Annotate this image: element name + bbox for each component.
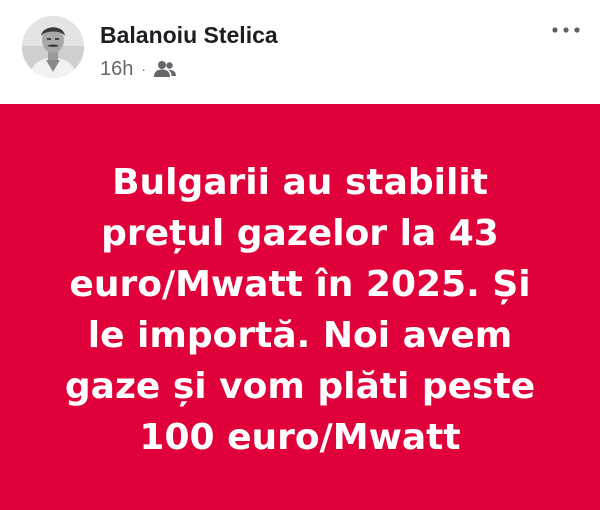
post-text-line: Bulgarii au stabilit (112, 162, 488, 203)
meta-separator: · (141, 61, 147, 77)
post-header: Balanoiu Stelica 16h · (0, 0, 600, 104)
more-horizontal-icon (552, 27, 580, 33)
author-name[interactable]: Balanoiu Stelica (100, 20, 278, 50)
post-text: Bulgarii au stabilit prețul gazelor la 4… (40, 157, 560, 463)
facebook-post: Balanoiu Stelica 16h · Bulgarii au stabi… (0, 0, 600, 510)
more-options-button[interactable] (546, 16, 586, 44)
post-timestamp[interactable]: 16h (100, 56, 133, 82)
post-text-line: prețul gazelor la 43 (101, 213, 499, 254)
friends-icon[interactable] (154, 60, 177, 78)
post-text-line: gaze și vom plăti peste (64, 366, 536, 407)
avatar-photo (22, 16, 84, 78)
post-text-line: 100 euro/Mwatt (139, 417, 461, 458)
post-text-line: le importă. Noi avem (87, 315, 513, 356)
post-text-line: euro/Mwatt în 2025. Și (69, 264, 531, 305)
author-avatar[interactable] (22, 16, 84, 78)
post-meta: 16h · (100, 56, 177, 82)
post-colored-background[interactable]: Bulgarii au stabilit prețul gazelor la 4… (0, 104, 600, 510)
